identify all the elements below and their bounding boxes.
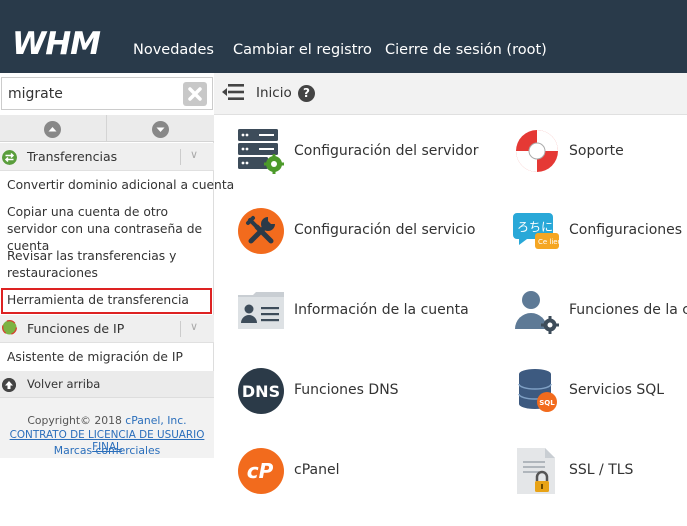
sidebar-link[interactable]: Convertir dominio adicional a cuenta xyxy=(7,177,234,194)
nav-novedades[interactable]: Novedades xyxy=(133,0,214,73)
dns-icon[interactable]: DNS xyxy=(237,367,285,415)
tile-localization[interactable]: Configuraciones re xyxy=(569,222,687,238)
tile-support[interactable]: Soporte xyxy=(569,143,624,159)
whm-logo-text: WHM xyxy=(12,26,101,60)
tile-service-config[interactable]: Configuración del servicio xyxy=(294,222,475,238)
clear-search-button[interactable] xyxy=(183,82,207,106)
close-icon xyxy=(188,87,202,101)
tile-dns[interactable]: Funciones DNS xyxy=(294,382,399,398)
breadcrumb-home[interactable]: Inicio xyxy=(256,85,292,101)
chevron-down-icon[interactable]: ∨ xyxy=(190,320,198,333)
tile-cpanel[interactable]: cPanel xyxy=(294,462,339,478)
tile-sql[interactable]: Servicios SQL xyxy=(569,382,664,398)
copyright-prefix: Copyright© 2018 xyxy=(27,414,126,427)
transfer-icon xyxy=(2,150,17,165)
nav-cambiar-registro[interactable]: Cambiar el registro xyxy=(233,0,372,73)
account-functions-icon[interactable] xyxy=(513,287,561,335)
back-to-top-label: Volver arriba xyxy=(27,377,101,391)
service-config-wrench-icon[interactable] xyxy=(237,207,285,255)
nav-cierre-sesion[interactable]: Cierre de sesión (root) xyxy=(385,0,547,73)
sidebar-link[interactable]: Revisar las transferencias y restauracio… xyxy=(7,248,207,282)
server-config-icon[interactable] xyxy=(237,127,285,175)
localization-icon[interactable]: ろちに Ce lieu xyxy=(513,207,561,255)
highlight-box xyxy=(1,288,212,314)
category-divider xyxy=(180,149,181,165)
chevron-down-icon xyxy=(156,127,165,132)
sql-text: SQL xyxy=(539,399,555,407)
scroll-up-button[interactable] xyxy=(44,121,61,138)
locale-subtext: Ce lieu xyxy=(538,238,561,246)
database-icon[interactable]: SQL xyxy=(513,367,561,415)
help-icon[interactable]: ? xyxy=(298,85,315,102)
whm-logo[interactable]: WHM xyxy=(12,26,114,60)
cpanel-icon[interactable]: cP xyxy=(237,447,285,495)
arrow-up-icon xyxy=(2,378,16,392)
tile-server-config[interactable]: Configuración del servidor xyxy=(294,143,479,159)
search-input[interactable] xyxy=(1,77,213,110)
sidebar-link[interactable]: Asistente de migración de IP xyxy=(7,349,183,366)
cpanel-icon-text: cP xyxy=(247,459,274,483)
sidebar-scroll-controls xyxy=(0,115,214,142)
sidebar-category-label: Funciones de IP xyxy=(27,321,125,336)
chevron-up-icon xyxy=(48,127,57,132)
account-info-icon[interactable] xyxy=(237,287,285,335)
cpanel-link[interactable]: cPanel, Inc. xyxy=(125,414,186,427)
support-lifebuoy-icon[interactable] xyxy=(513,127,561,175)
tile-ssl-tls[interactable]: SSL / TLS xyxy=(569,462,633,478)
chevron-down-icon[interactable]: ∨ xyxy=(190,148,198,161)
trademarks-link[interactable]: Marcas comerciales xyxy=(0,444,214,457)
collapse-sidebar-icon[interactable] xyxy=(222,83,244,101)
locale-text: ろちに xyxy=(517,220,553,234)
category-divider xyxy=(180,321,181,337)
dns-text: DNS xyxy=(242,382,280,401)
scroll-down-button[interactable] xyxy=(152,121,169,138)
ip-functions-icon xyxy=(2,320,17,335)
tile-account-info[interactable]: Información de la cuenta xyxy=(294,302,469,318)
sidebar-category-label: Transferencias xyxy=(27,149,118,164)
search-box xyxy=(0,75,214,113)
tile-account-functions[interactable]: Funciones de la cu xyxy=(569,302,687,318)
copyright-text: Copyright© 2018 cPanel, Inc. xyxy=(0,414,214,427)
ssl-lock-icon[interactable] xyxy=(513,447,561,495)
